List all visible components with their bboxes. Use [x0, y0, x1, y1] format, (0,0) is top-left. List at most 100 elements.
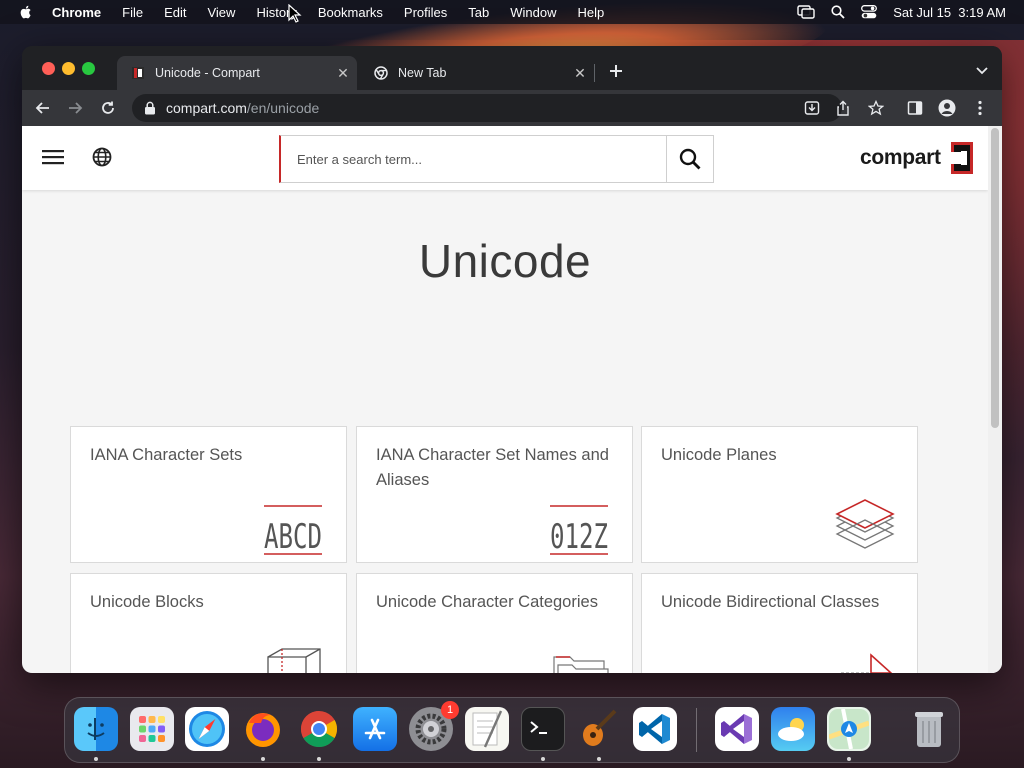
star-icon: [868, 100, 884, 116]
window-close-button[interactable]: [42, 62, 55, 75]
window-zoom-button[interactable]: [82, 62, 95, 75]
chrome-running-dot: [317, 757, 321, 761]
notification-badge: 1: [441, 701, 459, 719]
card-iana-character-sets[interactable]: IANA Character Sets ABCD: [70, 426, 347, 563]
menu-bookmarks[interactable]: Bookmarks: [318, 5, 383, 20]
tab-new-tab[interactable]: New Tab ✕: [360, 56, 594, 90]
side-panel-icon: [907, 101, 923, 115]
dock-system-settings[interactable]: 1: [409, 701, 459, 751]
menu-tab[interactable]: Tab: [468, 5, 489, 20]
menu-profiles[interactable]: Profiles: [404, 5, 447, 20]
lock-icon[interactable]: [144, 101, 156, 115]
browser-toolbar: compart.com/en/unicode: [22, 90, 1002, 126]
dock-finder[interactable]: [74, 707, 118, 751]
tab-close-icon[interactable]: ✕: [570, 63, 590, 83]
dock-vscode[interactable]: [633, 707, 677, 751]
dock-chrome[interactable]: [297, 707, 341, 751]
card-unicode-planes[interactable]: Unicode Planes: [641, 426, 918, 563]
install-app-button[interactable]: [801, 97, 823, 119]
launchpad-grid-icon: [139, 716, 165, 742]
menu-edit[interactable]: Edit: [164, 5, 186, 20]
search-icon: [679, 148, 701, 170]
hamburger-menu-icon[interactable]: [42, 148, 64, 166]
tab-search-chevron-icon[interactable]: [974, 62, 990, 78]
plus-icon: [610, 65, 622, 77]
profile-avatar-icon: [938, 99, 956, 117]
url-host: compart.com: [166, 100, 247, 116]
forward-button[interactable]: [64, 97, 86, 119]
tab-close-icon[interactable]: ✕: [333, 63, 353, 83]
share-button[interactable]: [832, 97, 854, 119]
menu-help[interactable]: Help: [578, 5, 605, 20]
stacked-planes-icon: [835, 499, 895, 549]
globe-language-icon[interactable]: [92, 147, 112, 167]
o12z-text: 012Z: [550, 517, 608, 556]
textedit-pen-icon: [472, 710, 503, 748]
menu-app-name[interactable]: Chrome: [52, 5, 101, 20]
dock-garageband[interactable]: [577, 707, 621, 751]
reload-button[interactable]: [97, 97, 119, 119]
compart-logo-mark-icon: [946, 142, 973, 174]
apple-menu-icon[interactable]: [18, 4, 34, 20]
window-minimize-button[interactable]: [62, 62, 75, 75]
macos-dock: 1: [64, 697, 960, 763]
dock-trash[interactable]: [907, 707, 951, 751]
dock-maps[interactable]: [827, 707, 871, 751]
card-unicode-character-categories[interactable]: Unicode Character Categories: [356, 573, 633, 673]
cube-icon: [267, 648, 321, 673]
tab-title: Unicode - Compart: [155, 66, 260, 80]
back-arrow-icon: [35, 102, 49, 114]
search-button[interactable]: [666, 135, 714, 183]
back-button[interactable]: [32, 97, 54, 119]
maps-running-dot: [847, 757, 851, 761]
spotlight-search-icon[interactable]: [831, 5, 845, 19]
side-panel-button[interactable]: [904, 97, 926, 119]
chrome-menu-button[interactable]: [969, 97, 991, 119]
scrollbar-thumb[interactable]: [991, 128, 999, 428]
card-unicode-bidirectional-classes[interactable]: Unicode Bidirectional Classes: [641, 573, 918, 673]
site-search: [279, 135, 714, 183]
firefox-running-dot: [261, 757, 265, 761]
dock-weather[interactable]: [771, 707, 815, 751]
dock-app-store[interactable]: [353, 707, 397, 751]
dock-launchpad[interactable]: [130, 707, 174, 751]
card-label: Unicode Planes: [661, 446, 777, 464]
chrome-window: Unicode - Compart ✕ New Tab ✕ compart.co…: [22, 46, 1002, 673]
dock-firefox[interactable]: [241, 707, 285, 751]
screen-mirroring-icon[interactable]: [797, 5, 815, 19]
safari-compass-icon: [189, 711, 225, 747]
download-install-icon: [804, 101, 820, 115]
address-bar[interactable]: compart.com/en/unicode: [132, 94, 842, 122]
finder-running-dot: [94, 757, 98, 761]
menu-view[interactable]: View: [207, 5, 235, 20]
app-store-icon: [364, 718, 386, 740]
dock-textedit[interactable]: [465, 707, 509, 751]
menu-window[interactable]: Window: [510, 5, 556, 20]
folders-icon: [553, 656, 609, 673]
dock-safari[interactable]: [185, 707, 229, 751]
search-input[interactable]: [279, 135, 666, 183]
abcd-text: ABCD: [264, 517, 322, 556]
chrome-favicon-icon: [374, 66, 388, 80]
control-center-icon[interactable]: [861, 5, 878, 19]
card-unicode-blocks[interactable]: Unicode Blocks: [70, 573, 347, 673]
profile-button[interactable]: [936, 97, 958, 119]
share-icon: [837, 100, 849, 116]
tab-unicode-compart[interactable]: Unicode - Compart ✕: [117, 56, 357, 90]
dock-separator: [696, 708, 697, 752]
menubar-clock[interactable]: Sat Jul 15 3:19 AM: [893, 5, 1006, 20]
new-tab-button[interactable]: [605, 60, 627, 82]
page-title: Unicode: [418, 235, 592, 287]
card-iana-charset-names-aliases[interactable]: IANA Character Set Names and Aliases 012…: [356, 426, 633, 563]
card-label: IANA Character Set Names and Aliases: [376, 446, 609, 489]
tab-strip: Unicode - Compart ✕ New Tab ✕: [22, 46, 1002, 90]
bookmark-button[interactable]: [865, 97, 887, 119]
compart-logo[interactable]: compart: [860, 142, 973, 174]
abcd-letters-icon: ABCD: [264, 505, 322, 556]
dock-terminal[interactable]: [521, 707, 565, 751]
page-scrollbar[interactable]: [988, 126, 1002, 673]
dock-visual-studio[interactable]: [715, 707, 759, 751]
menu-file[interactable]: File: [122, 5, 143, 20]
url-text: compart.com/en/unicode: [166, 100, 319, 116]
reload-icon: [102, 101, 114, 114]
